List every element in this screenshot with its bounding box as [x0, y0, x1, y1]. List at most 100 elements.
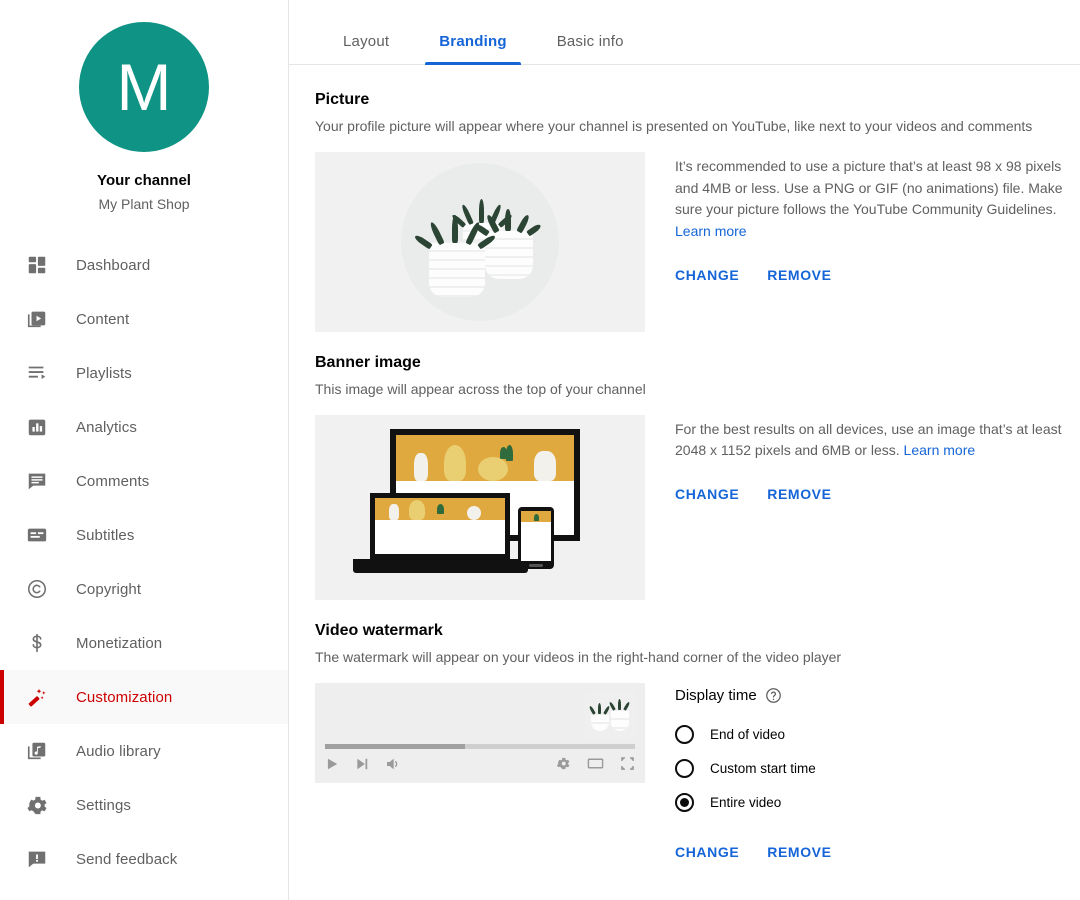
watermark-title: Video watermark — [315, 621, 443, 639]
dashboard-icon — [24, 252, 50, 278]
picture-help-body: It’s recommended to use a picture that’s… — [675, 157, 1063, 218]
sidebar-item-label: Subtitles — [76, 526, 135, 544]
watermark-change-button[interactable]: CHANGE — [675, 844, 739, 860]
sidebar-item-label: Copyright — [76, 580, 142, 598]
sidebar-item-label: Dashboard — [76, 256, 151, 274]
tab-layout[interactable]: Layout — [329, 33, 403, 64]
radio-circle — [675, 725, 694, 745]
banner-remove-button[interactable]: REMOVE — [767, 486, 831, 502]
radio-custom-start-time[interactable]: Custom start time — [675, 752, 1080, 786]
gear-icon — [24, 792, 50, 818]
picture-remove-button[interactable]: REMOVE — [767, 267, 831, 283]
content-icon — [24, 306, 50, 332]
picture-help-text: It’s recommended to use a picture that’s… — [675, 156, 1075, 243]
banner-learn-more-link[interactable]: Learn more — [904, 442, 976, 458]
display-time-options: End of video Custom start time Entire vi… — [675, 718, 1080, 820]
channel-title: Your channel — [97, 172, 191, 189]
display-time-row: Display time — [675, 687, 1080, 704]
picture-learn-more-link[interactable]: Learn more — [675, 223, 747, 239]
sidebar-item-content[interactable]: Content — [0, 292, 288, 346]
profile-picture-preview[interactable] — [315, 151, 645, 332]
fullscreen-icon[interactable] — [620, 756, 635, 771]
sidebar-item-label: Audio library — [76, 742, 161, 760]
laptop-device-mockup — [370, 492, 510, 559]
picture-title: Picture — [315, 91, 370, 108]
sidebar-item-analytics[interactable]: Analytics — [0, 400, 288, 454]
monetization-icon — [24, 630, 50, 656]
player-controls — [325, 753, 635, 775]
display-time-label: Display time — [675, 686, 757, 704]
picture-subtitle: Your profile picture will appear where y… — [315, 118, 1033, 134]
theater-mode-icon[interactable] — [587, 755, 604, 772]
sidebar-item-label: Send feedback — [76, 850, 178, 868]
sidebar-item-label: Monetization — [76, 634, 163, 652]
feedback-icon — [24, 846, 50, 872]
sidebar-item-label: Comments — [76, 472, 150, 490]
banner-subtitle: This image will appear across the top of… — [315, 380, 646, 397]
picture-change-button[interactable]: CHANGE — [675, 267, 739, 283]
sidebar-item-playlists[interactable]: Playlists — [0, 346, 288, 400]
phone-device-mockup — [518, 506, 554, 569]
sidebar-item-label: Analytics — [76, 418, 137, 436]
tab-bar: Layout Branding Basic info — [289, 0, 1080, 65]
sidebar-item-subtitles[interactable]: Subtitles — [0, 508, 288, 562]
banner-title: Banner image — [315, 353, 421, 371]
magic-wand-icon — [24, 684, 50, 710]
play-icon[interactable] — [325, 757, 339, 771]
help-circle-icon[interactable] — [765, 687, 782, 704]
analytics-icon — [24, 414, 50, 440]
sidebar-item-comments[interactable]: Comments — [0, 454, 288, 508]
banner-help-body: For the best results on all devices, use… — [675, 420, 1062, 459]
sidebar-item-settings[interactable]: Settings — [0, 778, 288, 832]
avatar[interactable]: M — [79, 22, 209, 152]
watermark-remove-button[interactable]: REMOVE — [767, 844, 831, 860]
radio-end-of-video[interactable]: End of video — [675, 718, 1080, 752]
watermark-subtitle: The watermark will appear on your videos… — [315, 648, 842, 665]
sidebar-nav: Dashboard Content Playlists Analytics Co… — [0, 238, 288, 886]
tab-branding[interactable]: Branding — [425, 33, 522, 65]
next-icon[interactable] — [355, 757, 369, 771]
watermark-section: Video watermark The watermark will appea… — [315, 622, 1080, 860]
settings-gear-icon[interactable] — [556, 756, 571, 771]
sidebar-item-label: Playlists — [76, 364, 132, 382]
tab-basic-info[interactable]: Basic info — [543, 33, 638, 64]
radio-circle — [675, 759, 694, 779]
audio-library-icon — [24, 738, 50, 764]
watermark-actions: CHANGE REMOVE — [675, 844, 1080, 860]
picture-actions: CHANGE REMOVE — [675, 267, 1080, 283]
channel-block: M Your channel My Plant Shop — [0, 0, 288, 212]
sidebar-item-monetization[interactable]: Monetization — [0, 616, 288, 670]
subtitles-icon — [24, 522, 50, 548]
banner-actions: CHANGE REMOVE — [675, 486, 1080, 502]
playlists-icon — [24, 360, 50, 386]
laptop-base — [353, 558, 528, 573]
sidebar-item-dashboard[interactable]: Dashboard — [0, 238, 288, 292]
progress-bar[interactable] — [325, 743, 635, 749]
banner-section: Banner image This image will appear acro… — [315, 354, 1080, 600]
copyright-icon — [24, 576, 50, 602]
banner-help-text: For the best results on all devices, use… — [675, 419, 1075, 462]
sidebar-item-customization[interactable]: Customization — [0, 670, 288, 724]
sidebar-item-label: Content — [76, 310, 130, 328]
banner-change-button[interactable]: CHANGE — [675, 486, 739, 502]
sidebar: M Your channel My Plant Shop Dashboard C… — [0, 0, 289, 900]
radio-label: Entire video — [710, 795, 782, 811]
radio-label: Custom start time — [710, 761, 816, 777]
sidebar-item-copyright[interactable]: Copyright — [0, 562, 288, 616]
sidebar-item-audio-library[interactable]: Audio library — [0, 724, 288, 778]
channel-name: My Plant Shop — [98, 196, 190, 212]
profile-picture-image — [401, 162, 559, 321]
watermark-thumbnail — [585, 690, 637, 739]
sidebar-item-send-feedback[interactable]: Send feedback — [0, 832, 288, 886]
main-content: Layout Branding Basic info Picture Your … — [289, 0, 1080, 900]
watermark-player-preview[interactable] — [315, 682, 645, 783]
sidebar-item-label: Customization — [76, 688, 173, 706]
comments-icon — [24, 468, 50, 494]
volume-icon[interactable] — [385, 756, 401, 772]
youtube-studio-window: M Your channel My Plant Shop Dashboard C… — [0, 0, 1080, 900]
radio-entire-video[interactable]: Entire video — [675, 786, 1080, 820]
radio-circle — [675, 793, 694, 813]
radio-label: End of video — [710, 727, 786, 743]
banner-image-preview[interactable] — [315, 414, 645, 600]
branding-panel: Picture Your profile picture will appear… — [289, 65, 1080, 860]
